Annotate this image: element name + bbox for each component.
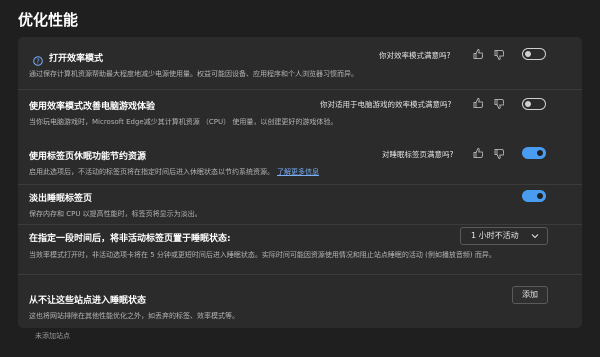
divider [18,184,582,185]
divider [18,89,582,90]
never-sleep-desc: 这也将网站排除在其他性能优化之外，如丢弃的标签、效率模式等。 [29,312,239,320]
thumbs-down-icon[interactable] [494,50,504,60]
gaming-feedback-text: 你对适用于电脑游戏的效率模式满意吗? [320,100,452,109]
learn-more-link[interactable]: 了解更多信息 [277,168,319,176]
sleeping-desc-text: 启用此选项后，不活动的标签页将在指定时间后进入休眠状态以节约系统资源。 [29,168,274,176]
thumbs-up-icon[interactable] [473,148,483,158]
info-icon[interactable]: ? [33,51,43,66]
no-sites-text: 未添加站点 [35,332,70,340]
divider [18,274,582,275]
chevron-down-icon [531,234,539,239]
gaming-toggle[interactable] [522,98,546,110]
thumbs-up-icon[interactable] [473,98,483,108]
fade-desc: 保存内存和 CPU 以提高性能时，标签页将显示为淡出。 [29,210,202,218]
fade-title: 淡出睡眠标签页 [29,194,93,204]
svg-text:?: ? [36,58,40,66]
sleeping-desc: 启用此选项后，不活动的标签页将在指定时间后进入休眠状态以节约系统资源。 了解更多信… [29,167,319,177]
never-sleep-title: 从不让这些站点进入睡眠状态 [29,296,147,306]
add-site-button[interactable]: 添加 [512,286,548,304]
gaming-title: 使用效率模式改善电脑游戏体验 [29,102,156,112]
thumbs-down-icon[interactable] [494,99,504,109]
timeout-desc: 当效率模式打开时，非活动选项卡将在 5 分钟或更短时间后进入睡眠状态。实际时间可… [29,251,496,259]
sleeping-tabs-card: 使用标签页休眠功能节约资源 启用此选项后，不活动的标签页将在指定时间后进入休眠状… [18,138,582,328]
timeout-select-value: 1 小时不活动 [471,231,519,240]
sleeping-title: 使用标签页休眠功能节约资源 [29,152,147,162]
efficiency-mode-title: 打开效率模式 [49,54,104,64]
sleeping-toggle[interactable] [522,147,546,159]
timeout-select[interactable]: 1 小时不活动 [460,227,548,245]
thumbs-down-icon[interactable] [494,149,504,159]
thumbs-up-icon[interactable] [473,49,483,59]
divider [18,224,582,225]
efficiency-mode-toggle[interactable] [522,48,546,60]
fade-toggle[interactable] [522,190,546,202]
sleeping-feedback-text: 对睡眠标签页满意吗? [382,150,454,159]
timeout-title: 在指定一段时间后，将非活动标签页置于睡眠状态: [29,234,231,244]
page-title: 优化性能 [18,11,79,29]
efficiency-feedback-text: 你对效率模式满意吗? [379,51,451,60]
efficiency-mode-desc: 通过保存计算机资源帮助最大程度地减少电源使用量。权益可能因设备、应用程序和个人浏… [29,70,358,78]
gaming-desc: 当你玩电脑游戏时，Microsoft Edge减少其计算机资源 （CPU） 使用… [29,118,338,126]
